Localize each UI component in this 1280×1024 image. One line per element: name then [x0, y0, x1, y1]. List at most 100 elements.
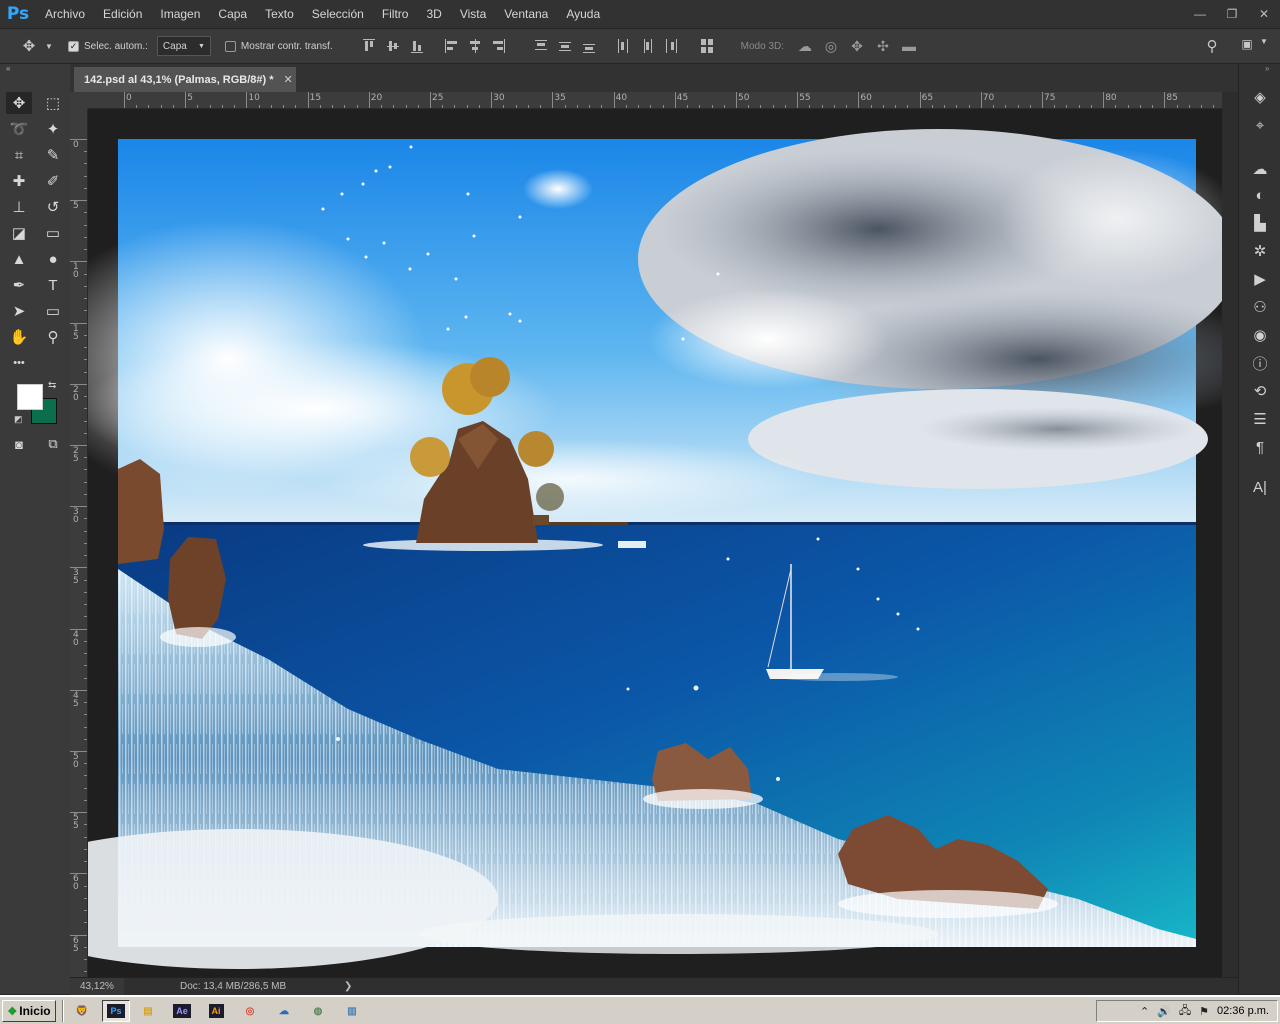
menu-vista[interactable]: Vista — [451, 0, 495, 28]
menu-imagen[interactable]: Imagen — [151, 0, 209, 28]
color-panel-icon[interactable]: ◉ — [1249, 324, 1271, 346]
show-transform-checkbox[interactable] — [224, 40, 236, 52]
quick-mask-icon[interactable]: ◙ — [6, 433, 32, 455]
adjustments-panel-icon[interactable]: ◐ — [1249, 184, 1271, 206]
explorer-taskbar-icon[interactable]: ▤ — [134, 1000, 162, 1022]
align-top-icon[interactable] — [362, 39, 375, 53]
illustrator-taskbar-icon[interactable]: Ai — [202, 1000, 230, 1022]
network-icon[interactable]: 🖧 — [1179, 1002, 1191, 1021]
history-brush-tool-icon[interactable]: ↺ — [40, 196, 66, 218]
menu-edicion[interactable]: Edición — [94, 0, 151, 28]
slide-3d-icon[interactable]: ✣ — [870, 38, 896, 55]
paths-panel-icon[interactable]: ⌖ — [1249, 114, 1271, 136]
marquee-tool-icon[interactable]: ⬚ — [40, 92, 66, 114]
media-taskbar-icon[interactable]: ◍ — [304, 1000, 332, 1022]
auto-align-icon[interactable] — [700, 39, 713, 53]
distribute-left-icon[interactable] — [617, 39, 629, 53]
zoom-level-field[interactable]: 43,12% — [70, 978, 124, 995]
close-window-button[interactable]: ✕ — [1248, 0, 1280, 28]
start-button[interactable]: ❖ Inicio — [2, 1000, 56, 1022]
zoom-tool-icon[interactable]: ⚲ — [40, 326, 66, 348]
character-panel-icon[interactable]: A| — [1249, 476, 1271, 498]
after-effects-taskbar-icon[interactable]: Ae — [168, 1000, 196, 1022]
align-left-icon[interactable] — [444, 39, 457, 53]
lasso-tool-icon[interactable]: ➰ — [6, 118, 32, 140]
libraries-panel-icon[interactable]: ☁ — [1249, 158, 1271, 180]
search-icon[interactable]: ⚲ — [1202, 37, 1222, 55]
align-bottom-icon[interactable] — [410, 39, 423, 53]
dodge-tool-icon[interactable]: ● — [40, 248, 66, 270]
distribute-vcenter-icon[interactable] — [558, 39, 571, 53]
rectangle-tool-icon[interactable]: ▭ — [40, 300, 66, 322]
menu-ventana[interactable]: Ventana — [495, 0, 557, 28]
align-vcenter-icon[interactable] — [386, 39, 399, 53]
horizontal-ruler[interactable]: 0 5 10 15 20 25 30 35 40 45 50 55 60 65 70 75 80 85 — [88, 92, 1222, 109]
document-image[interactable] — [88, 109, 1222, 977]
roll-3d-icon[interactable]: ◎ — [818, 38, 844, 55]
align-hcenter-icon[interactable] — [469, 39, 481, 53]
blur-tool-icon[interactable]: ▲ — [6, 248, 32, 270]
properties-panel-icon[interactable]: ☰ — [1249, 408, 1271, 430]
distribute-hcenter-icon[interactable] — [641, 39, 653, 53]
crop-tool-icon[interactable]: ⌗ — [6, 144, 32, 166]
actions-panel-icon[interactable]: ▶ — [1249, 268, 1271, 290]
onedrive-taskbar-icon[interactable]: ☁ — [270, 1000, 298, 1022]
clone-source-panel-icon[interactable]: ⚇ — [1249, 296, 1271, 318]
volume-icon[interactable]: 🔊 — [1157, 1005, 1171, 1018]
menu-seleccion[interactable]: Selección — [303, 0, 373, 28]
brush-tool-icon[interactable]: ✐ — [40, 170, 66, 192]
screen-mode-icon[interactable]: ⧉ — [40, 433, 66, 455]
tray-expand-icon[interactable]: ⌃ — [1140, 1005, 1149, 1018]
notepad-taskbar-icon[interactable]: ▥ — [338, 1000, 366, 1022]
status-menu-arrow-icon[interactable]: ❯ — [344, 978, 352, 995]
clock[interactable]: 02:36 p.m. — [1217, 1005, 1269, 1017]
history-panel-icon[interactable]: ⟲ — [1249, 380, 1271, 402]
move-tool-icon[interactable]: ✥ — [6, 92, 32, 114]
camera-3d-icon[interactable]: ▬ — [896, 38, 922, 55]
distribute-bottom-icon[interactable] — [582, 39, 595, 53]
workspace-icon[interactable]: ▣ — [1238, 37, 1256, 51]
menu-texto[interactable]: Texto — [256, 0, 303, 28]
more-tools-icon[interactable]: ••• — [6, 352, 32, 374]
expand-panels-icon[interactable]: » — [1265, 64, 1269, 73]
minimize-button[interactable]: — — [1184, 0, 1216, 28]
vertical-ruler[interactable]: 0 5 10 15 20 25 30 35 40 45 50 55 60 65 — [70, 109, 88, 977]
path-selection-tool-icon[interactable]: ➤ — [6, 300, 32, 322]
menu-3d[interactable]: 3D — [417, 0, 450, 28]
clone-stamp-tool-icon[interactable]: ⊥ — [6, 196, 32, 218]
chrome-taskbar-icon[interactable]: ◎ — [236, 1000, 264, 1022]
document-tab[interactable]: 142.psd al 43,1% (Palmas, RGB/8#) * ✕ — [74, 67, 296, 92]
chevron-down-icon[interactable]: ▼ — [1258, 37, 1270, 46]
healing-brush-tool-icon[interactable]: ✚ — [6, 170, 32, 192]
menu-filtro[interactable]: Filtro — [373, 0, 418, 28]
distribute-top-icon[interactable] — [534, 39, 547, 53]
menu-ayuda[interactable]: Ayuda — [557, 0, 609, 28]
brush-settings-panel-icon[interactable]: ✲ — [1249, 240, 1271, 262]
canvas-area[interactable] — [88, 109, 1222, 977]
auto-select-checkbox[interactable]: ✓ — [68, 40, 79, 52]
move-tool-icon[interactable]: ✥ — [16, 37, 42, 55]
magic-wand-tool-icon[interactable]: ✦ — [40, 118, 66, 140]
close-icon[interactable]: ✕ — [284, 73, 293, 86]
photoshop-taskbar-icon[interactable]: Ps — [102, 1000, 130, 1022]
chevron-down-icon[interactable]: ▼ — [42, 42, 56, 51]
brave-taskbar-icon[interactable]: 🦁 — [68, 1000, 96, 1022]
pen-tool-icon[interactable]: ✒ — [6, 274, 32, 296]
ruler-corner[interactable] — [70, 92, 88, 109]
menu-capa[interactable]: Capa — [209, 0, 256, 28]
orbit-3d-icon[interactable]: ☁ — [792, 38, 818, 55]
foreground-color-swatch[interactable] — [17, 384, 43, 410]
distribute-right-icon[interactable] — [665, 39, 677, 53]
default-colors-icon[interactable]: ◩ — [14, 414, 23, 425]
align-right-icon[interactable] — [492, 39, 505, 53]
flag-icon[interactable]: ⚑ — [1199, 1005, 1209, 1018]
pan-3d-icon[interactable]: ✥ — [844, 38, 870, 55]
restore-button[interactable]: ❐ — [1216, 0, 1248, 28]
layers-panel-icon[interactable]: ◈ — [1249, 86, 1271, 108]
histogram-panel-icon[interactable]: ▙ — [1249, 212, 1271, 234]
paragraph-panel-icon[interactable]: ¶ — [1249, 436, 1271, 458]
vertical-scrollbar[interactable] — [1222, 92, 1238, 977]
info-panel-icon[interactable]: ⓘ — [1249, 352, 1271, 374]
auto-select-dropdown[interactable]: Capa ▼ — [156, 36, 211, 56]
gradient-tool-icon[interactable]: ▭ — [40, 222, 66, 244]
